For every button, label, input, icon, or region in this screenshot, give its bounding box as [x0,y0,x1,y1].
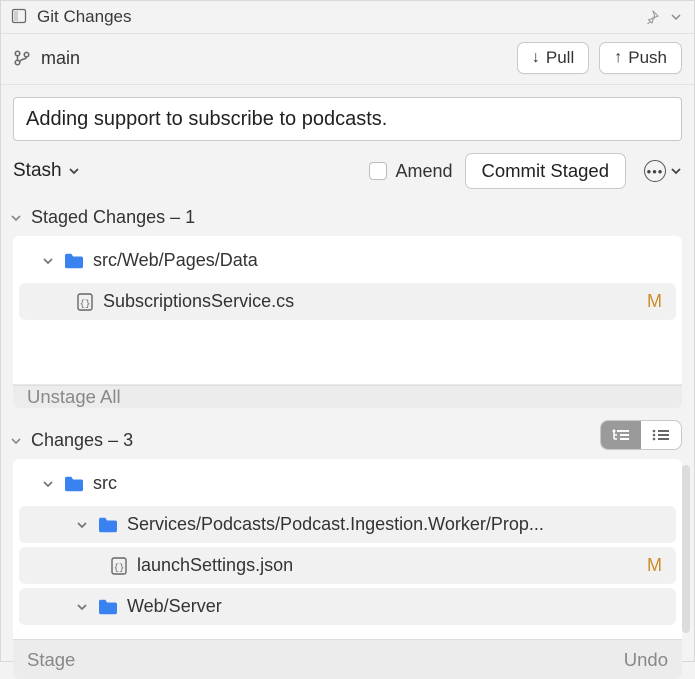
panel-title: Git Changes [37,7,132,27]
list-view-button[interactable] [641,421,681,449]
tree-view-button[interactable] [601,421,641,449]
tree-file-row[interactable]: {} SubscriptionsService.cs M [19,283,676,320]
svg-text:{}: {} [114,563,125,573]
amend-label: Amend [395,161,452,182]
git-changes-panel: Git Changes main ↓ Pull ↑ Push Stash [0,0,695,662]
file-name: launchSettings.json [137,555,293,576]
push-button[interactable]: ↑ Push [599,42,682,74]
up-arrow-icon: ↑ [614,50,622,66]
tree-folder-row[interactable]: src/Web/Pages/Data [15,242,680,279]
amend-toggle[interactable]: Amend [369,161,452,182]
tree-folder-row[interactable]: Services/Podcasts/Podcast.Ingestion.Work… [19,506,676,543]
folder-icon [97,598,119,616]
commit-message-input[interactable] [13,97,682,141]
commit-staged-button[interactable]: Commit Staged [465,153,627,189]
chevron-down-icon [75,518,89,532]
tree-folder-row[interactable]: Web/Server [19,588,676,625]
stash-label: Stash [13,160,62,182]
code-file-icon: {} [75,292,95,312]
chevron-down-icon [41,477,55,491]
changes-tree: src Services/Podcasts/Podcast.Ingestion.… [13,459,682,639]
pull-button[interactable]: ↓ Pull [517,42,589,74]
unstage-all-button[interactable]: Unstage All [13,386,135,408]
staged-changes-header[interactable]: Staged Changes – 1 [1,199,694,234]
amend-checkbox[interactable] [369,162,387,180]
staged-changes-label: Staged Changes – 1 [31,207,195,228]
chevron-down-icon [75,600,89,614]
file-status-modified: M [647,555,668,576]
folder-path: src/Web/Pages/Data [93,250,258,271]
tree-file-row[interactable]: {} launchSettings.json M [19,547,676,584]
pin-icon[interactable] [644,9,660,25]
chevron-down-icon [9,434,23,448]
commit-message-wrap [1,85,694,149]
title-bar: Git Changes [1,1,694,34]
tree-folder-row[interactable]: src [15,465,680,502]
folder-icon [63,475,85,493]
chevron-down-icon [68,165,80,177]
chevron-down-icon [41,254,55,268]
folder-icon [97,516,119,534]
chevron-down-icon [9,211,23,225]
changes-label: Changes – 3 [31,430,133,451]
changes-header[interactable]: Changes – 3 [1,422,694,457]
folder-path: Web/Server [127,596,222,617]
branch-bar: main ↓ Pull ↑ Push [1,34,694,85]
folder-icon [63,252,85,270]
pull-label: Pull [546,48,574,68]
ellipsis-icon: ••• [644,160,666,182]
branch-name[interactable]: main [41,48,80,69]
action-row: Stash Amend Commit Staged ••• [1,149,694,199]
panel-menu-chevron-icon[interactable] [668,9,684,25]
more-actions-button[interactable]: ••• [638,160,682,182]
stash-dropdown[interactable]: Stash [13,160,80,182]
file-status-modified: M [647,291,668,312]
stage-button[interactable]: Stage [13,649,89,671]
folder-path: src [93,473,117,494]
push-label: Push [628,48,667,68]
file-name: SubscriptionsService.cs [103,291,294,312]
undo-button[interactable]: Undo [610,649,682,671]
folder-path: Services/Podcasts/Podcast.Ingestion.Work… [127,514,544,535]
chevron-down-icon [670,165,682,177]
code-file-icon: {} [109,556,129,576]
view-mode-toggle [600,420,682,450]
staged-footer: Unstage All [13,385,682,408]
down-arrow-icon: ↓ [532,50,540,66]
staged-tree: src/Web/Pages/Data {} SubscriptionsServi… [13,236,682,385]
branch-icon [13,49,31,67]
svg-text:{}: {} [80,299,91,309]
changes-footer: Stage Undo [13,639,682,679]
scrollbar[interactable] [682,465,690,633]
panel-icon [11,8,29,26]
